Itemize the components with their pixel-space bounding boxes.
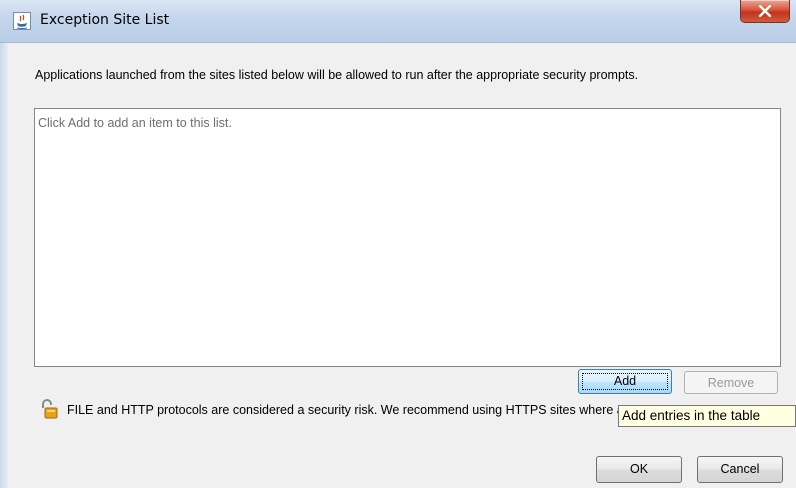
remove-button-label: Remove bbox=[707, 376, 755, 390]
remove-button[interactable]: Remove bbox=[684, 371, 778, 394]
ok-button-label: OK bbox=[629, 462, 649, 476]
security-warning-text: FILE and HTTP protocols are considered a… bbox=[67, 403, 619, 417]
site-list-placeholder: Click Add to add an item to this list. bbox=[38, 116, 232, 130]
title-bar[interactable]: Exception Site List bbox=[0, 0, 796, 43]
cancel-button-label: Cancel bbox=[720, 462, 760, 476]
java-app-icon bbox=[13, 12, 31, 30]
site-list[interactable]: Click Add to add an item to this list. bbox=[34, 108, 781, 367]
unlocked-padlock-icon bbox=[42, 399, 58, 419]
add-button-tooltip: Add entries in the table bbox=[618, 405, 796, 427]
window-title: Exception Site List bbox=[40, 12, 170, 28]
description-text: Applications launched from the sites lis… bbox=[35, 68, 639, 82]
ok-button[interactable]: OK bbox=[596, 456, 682, 483]
focus-ring bbox=[582, 373, 668, 390]
window-left-border bbox=[0, 43, 8, 488]
close-icon bbox=[758, 5, 772, 17]
cancel-button[interactable]: Cancel bbox=[697, 456, 783, 483]
exception-site-list-dialog: Exception Site List Applications launche… bbox=[0, 0, 796, 488]
close-button[interactable] bbox=[740, 0, 790, 23]
add-button[interactable]: Add bbox=[578, 369, 672, 394]
